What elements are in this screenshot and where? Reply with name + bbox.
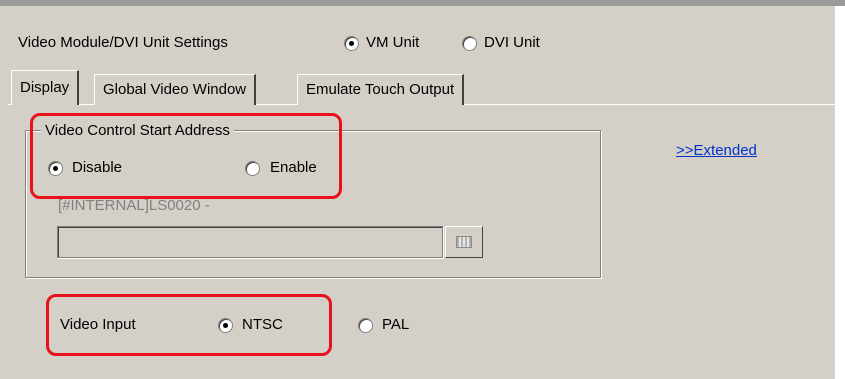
address-input xyxy=(57,226,443,258)
dvi-unit-label[interactable]: DVI Unit xyxy=(484,34,540,51)
tab-display[interactable]: Display xyxy=(11,70,80,105)
tab-emulate-touch-output-label: Emulate Touch Output xyxy=(306,81,455,98)
vm-unit-radio[interactable] xyxy=(344,36,359,51)
tab-global-video-window[interactable]: Global Video Window xyxy=(94,74,257,105)
dvi-unit-radio[interactable] xyxy=(462,36,477,51)
settings-window: Video Module/DVI Unit Settings VM Unit D… xyxy=(0,0,845,379)
vm-unit-label[interactable]: VM Unit xyxy=(366,34,419,51)
keypad-icon xyxy=(456,236,472,248)
address-label: [#INTERNAL]LS0020 - xyxy=(58,197,210,214)
tab-display-label: Display xyxy=(20,79,70,96)
settings-title: Video Module/DVI Unit Settings xyxy=(18,34,228,51)
keypad-button[interactable] xyxy=(445,226,483,258)
pal-label[interactable]: PAL xyxy=(382,316,409,333)
pal-radio[interactable] xyxy=(358,318,373,333)
tab-emulate-touch-output[interactable]: Emulate Touch Output xyxy=(297,74,465,105)
right-edge xyxy=(835,6,845,379)
tab-global-video-window-label: Global Video Window xyxy=(103,81,247,98)
highlight-box-video-input xyxy=(46,294,332,356)
radio-selected-dot xyxy=(349,41,354,46)
highlight-box-video-control xyxy=(30,113,342,199)
extended-link[interactable]: >>Extended xyxy=(676,142,757,159)
